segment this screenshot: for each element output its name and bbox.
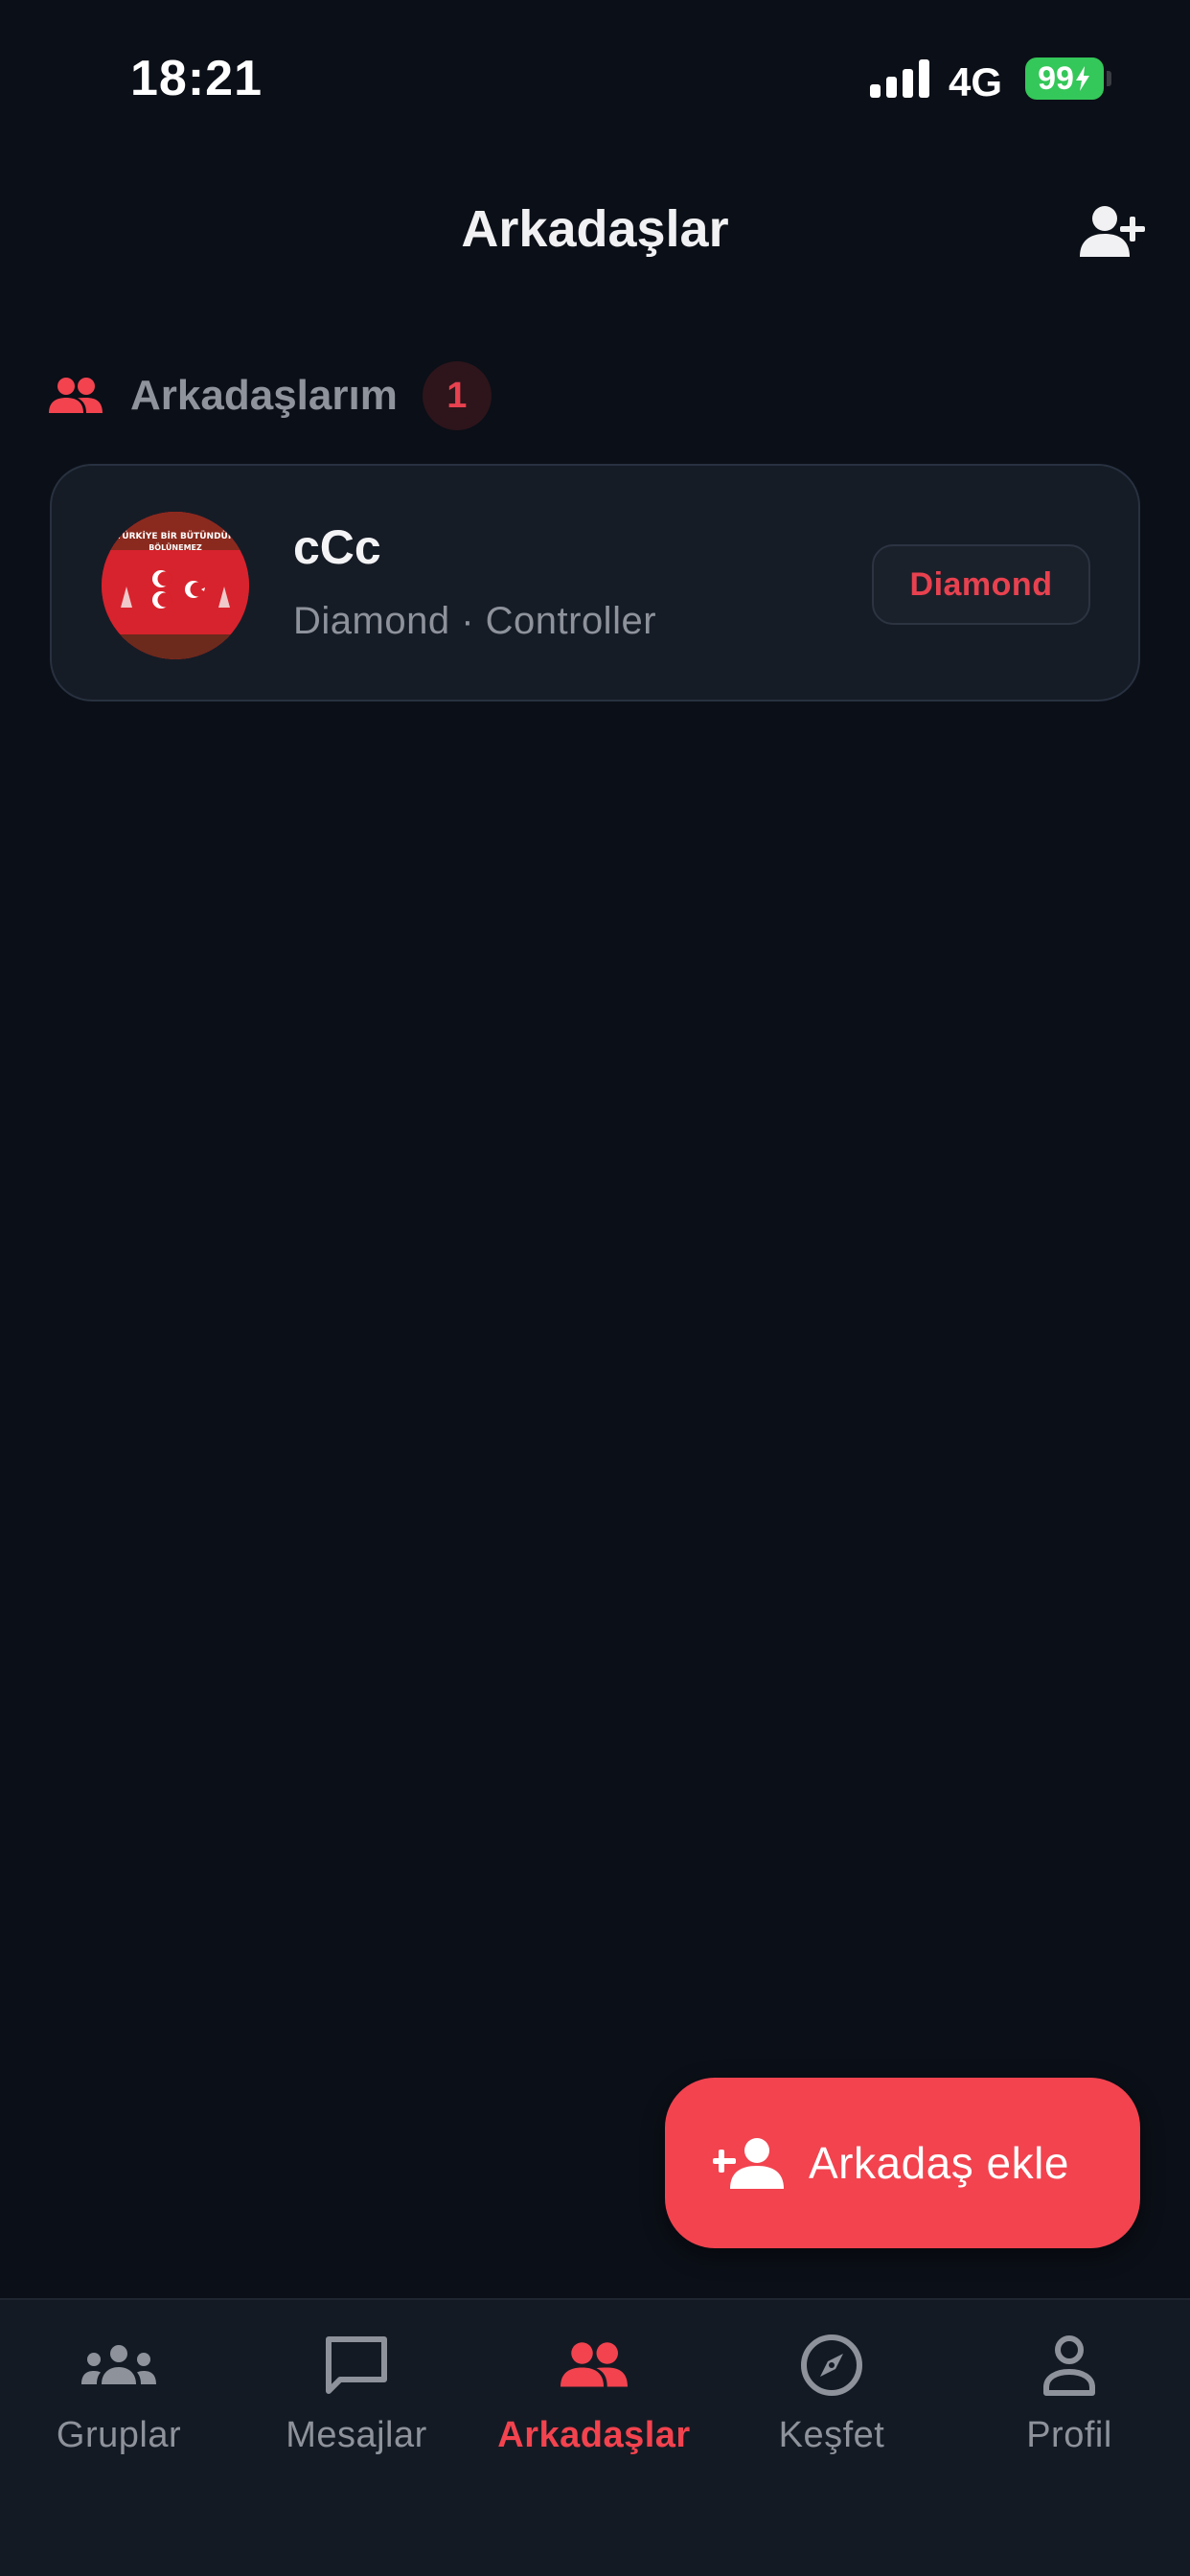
signal-icon	[870, 59, 929, 98]
avatar-text-2: BÖLÜNEMEZ	[149, 542, 202, 552]
status-time: 18:21	[130, 51, 263, 106]
friend-count-badge: 1	[422, 361, 492, 430]
rank-badge: Diamond	[872, 544, 1090, 625]
nav-item-profile[interactable]: Profil	[950, 2329, 1188, 2472]
nav-label-friends: Arkadaşlar	[497, 2415, 691, 2455]
groups-icon	[76, 2329, 162, 2402]
add-friend-label: Arkadaş ekle	[809, 2138, 1069, 2188]
header: Arkadaşlar	[0, 182, 1190, 278]
nav-label-explore: Keşfet	[778, 2415, 885, 2455]
nav-item-friends[interactable]: Arkadaşlar	[475, 2329, 713, 2472]
nav-label-profile: Profil	[1026, 2415, 1112, 2455]
people-icon	[48, 373, 105, 419]
friend-card[interactable]: TÜRKİYE BİR BÜTÜNDÜR BÖLÜNEMEZ cCc Diamo…	[50, 464, 1140, 702]
person-add-icon	[713, 2134, 786, 2192]
friend-subtitle: Diamond · Controller	[293, 600, 657, 642]
friends-section-header: Arkadaşlarım 1	[48, 360, 492, 431]
add-friend-header-button[interactable]	[1073, 197, 1150, 264]
avatar-text-1: TÜRKİYE BİR BÜTÜNDÜR	[116, 531, 235, 541]
page-title: Arkadaşlar	[461, 200, 729, 258]
battery-icon: 99	[1025, 58, 1104, 100]
people-icon	[551, 2329, 637, 2402]
chat-icon	[313, 2329, 400, 2402]
person-add-icon	[1080, 206, 1145, 257]
friend-name: cCc	[293, 520, 381, 574]
friends-screen: 18:21 4G 99 Arkadaşlar Arkadaşlarım 1 TÜ…	[0, 0, 1190, 2576]
nav-item-messages[interactable]: Mesajlar	[238, 2329, 475, 2472]
battery-tip	[1107, 71, 1111, 86]
avatar: TÜRKİYE BİR BÜTÜNDÜR BÖLÜNEMEZ	[102, 512, 249, 659]
avatar-image: TÜRKİYE BİR BÜTÜNDÜR BÖLÜNEMEZ	[102, 512, 249, 659]
section-title: Arkadaşlarım	[130, 372, 398, 419]
battery-level: 99	[1038, 59, 1074, 97]
charging-icon	[1075, 66, 1089, 91]
nav-item-groups[interactable]: Gruplar	[0, 2329, 238, 2472]
add-friend-button[interactable]: Arkadaş ekle	[665, 2078, 1140, 2248]
compass-icon	[789, 2329, 875, 2402]
nav-label-messages: Mesajlar	[286, 2415, 427, 2455]
profile-icon	[1026, 2329, 1112, 2402]
nav-label-groups: Gruplar	[56, 2415, 182, 2455]
nav-item-explore[interactable]: Keşfet	[713, 2329, 950, 2472]
bottom-nav: Gruplar Mesajlar Arkadaşlar Keşfet Profi…	[0, 2298, 1190, 2576]
network-type: 4G	[949, 59, 1003, 104]
status-bar: 18:21 4G 99	[0, 0, 1190, 144]
